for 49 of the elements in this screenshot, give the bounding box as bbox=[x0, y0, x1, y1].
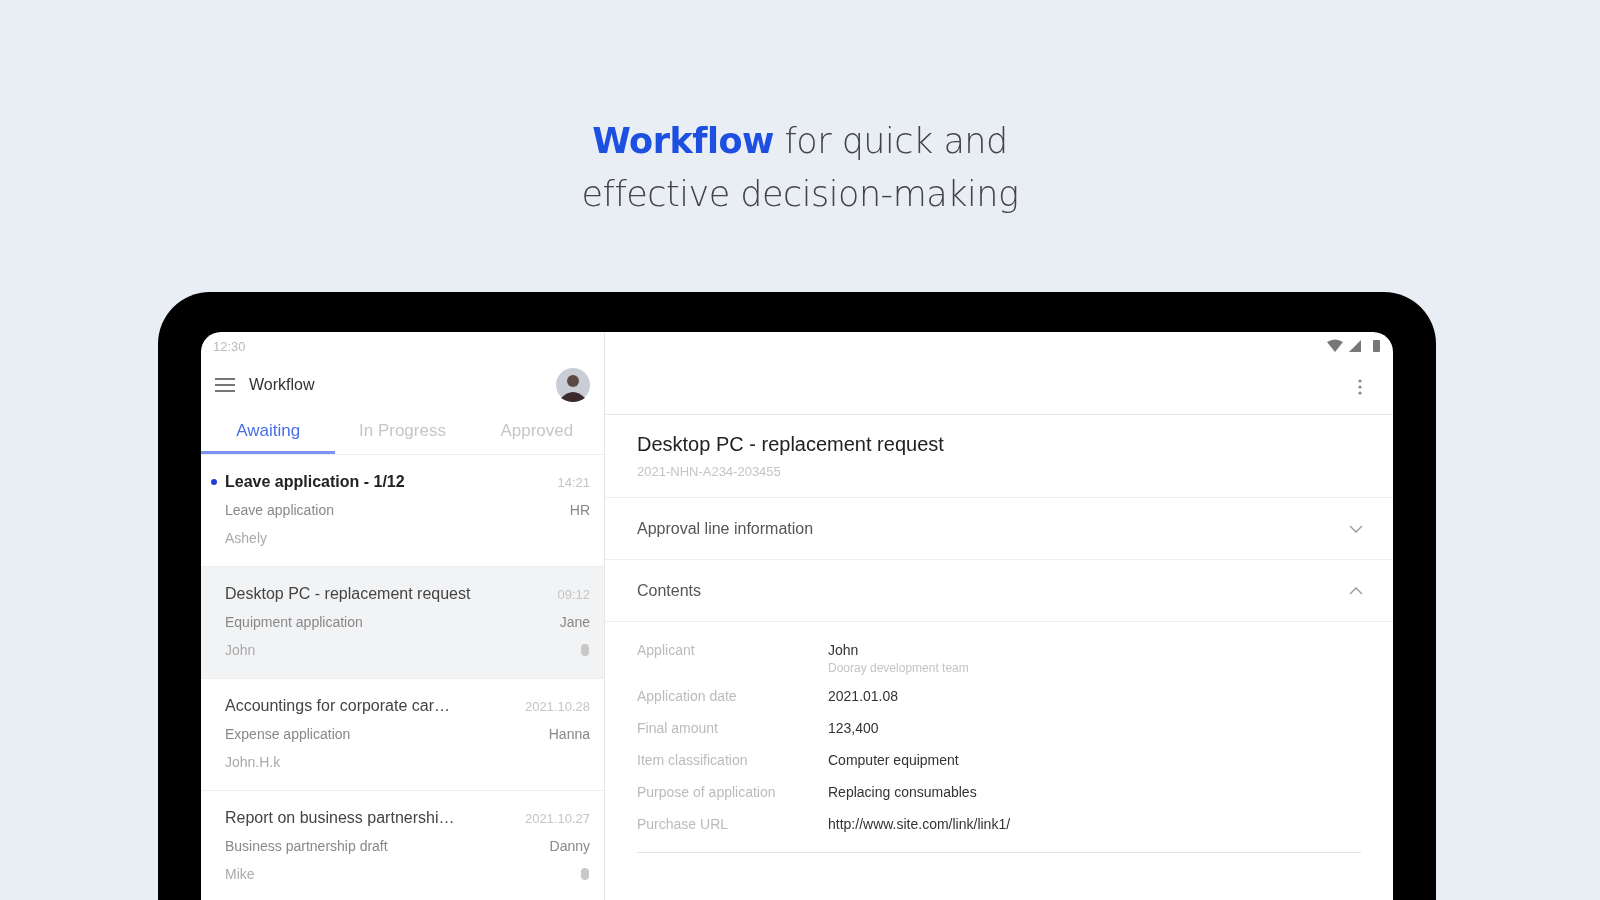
item-category: Leave application bbox=[225, 502, 334, 518]
document-number: 2021-NHN-A234-203455 bbox=[637, 464, 782, 479]
item-title: Report on business partnershi… bbox=[225, 809, 455, 827]
field-subtext: Dooray development team bbox=[828, 661, 969, 675]
list-item[interactable]: Report on business partnershi… 2021.10.27 Business partnership draft Danny Mike bbox=[201, 791, 604, 900]
item-title: Accountings for corporate car… bbox=[225, 697, 450, 715]
field-value: John bbox=[828, 641, 860, 660]
item-sender: Danny bbox=[549, 838, 590, 854]
field-value: http://www.site.com/link/link1/ bbox=[828, 815, 1011, 834]
document-title: Desktop PC - replacement request bbox=[637, 433, 945, 456]
status-icons-drawing bbox=[1327, 339, 1383, 353]
field-value: 123,400 bbox=[828, 719, 879, 738]
menu-icon[interactable] bbox=[215, 377, 235, 393]
item-sender: HR bbox=[569, 502, 590, 518]
item-category: Equipment application bbox=[225, 614, 363, 630]
item-sender: Hanna bbox=[548, 726, 590, 742]
field-label: Item classification bbox=[637, 751, 749, 770]
field-value: 2021.01.08 bbox=[828, 687, 899, 706]
field-label: Purchase URL bbox=[637, 815, 730, 834]
field-value: Replacing consumables bbox=[828, 783, 977, 802]
field-value: Computer equipment bbox=[828, 751, 959, 770]
item-title: Leave application - 1/12 bbox=[225, 473, 405, 491]
app-title: Workflow bbox=[249, 376, 316, 394]
section-header[interactable]: Contents bbox=[605, 560, 1393, 622]
item-sender: Jane bbox=[559, 614, 590, 630]
item-time: 14:21 bbox=[557, 474, 590, 490]
item-author: Mike bbox=[225, 866, 255, 882]
tab[interactable]: Awaiting bbox=[201, 410, 336, 454]
avatar-icon[interactable] bbox=[556, 368, 590, 402]
list-item[interactable]: Accountings for corporate car… 2021.10.28 Expense application Hanna John.H.k bbox=[201, 679, 604, 791]
headline-text: Workflow for quick and bbox=[592, 120, 1008, 163]
section-header[interactable]: Approval line information bbox=[605, 498, 1393, 560]
more-icon[interactable] bbox=[1358, 379, 1362, 395]
item-author: Ashely bbox=[225, 530, 268, 546]
status-time: 12:30 bbox=[213, 338, 246, 354]
chevron-up-icon bbox=[1349, 586, 1363, 595]
item-time: 2021.10.28 bbox=[524, 698, 590, 714]
chevron-down-icon bbox=[1349, 524, 1363, 533]
field-label: Purpose of application bbox=[637, 783, 777, 802]
item-category: Expense application bbox=[225, 726, 351, 742]
item-author: John.H.k bbox=[225, 754, 281, 770]
field-label: Application date bbox=[637, 687, 738, 706]
item-category: Business partnership draft bbox=[225, 838, 388, 854]
item-title: Desktop PC - replacement request bbox=[225, 585, 471, 603]
field-label: Applicant bbox=[637, 641, 696, 660]
item-time: 2021.10.27 bbox=[524, 810, 590, 826]
item-author: John bbox=[225, 642, 256, 658]
field-label: Final amount bbox=[637, 719, 719, 738]
headline-text: effective decision-making bbox=[581, 173, 1019, 216]
